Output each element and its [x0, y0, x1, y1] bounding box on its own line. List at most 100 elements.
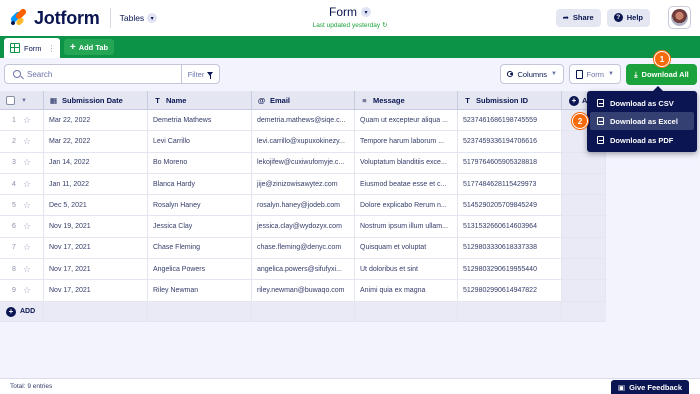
refresh-icon: ↻ [381, 22, 388, 29]
cell-submission-date[interactable]: Nov 17, 2021 [44, 237, 148, 259]
give-feedback-button[interactable]: ▣ Give Feedback [611, 380, 689, 394]
cell-submission-id[interactable]: 5129802990614947822 [458, 280, 562, 301]
chevron-down-icon[interactable]: ▼ [21, 98, 27, 104]
cell-message[interactable]: Quisquam et voluptat [355, 237, 458, 259]
cell-email[interactable]: demetria.mathews@siqe.c... [252, 110, 355, 131]
cell-submission-id[interactable]: 5129803330618337338 [458, 237, 562, 259]
table-row[interactable]: 4 ☆ Jan 11, 2022 Blanca Hardy jije@zinizo… [0, 173, 606, 196]
add-row-bar: + ADD [0, 302, 606, 322]
cell-submission-date[interactable]: Mar 22, 2022 [44, 110, 148, 131]
download-all-button[interactable]: ⤓ Download All [626, 64, 697, 85]
cell-email[interactable]: levi.carrillo@xupuxokinezy... [252, 131, 355, 152]
star-icon[interactable]: ☆ [23, 264, 31, 275]
column-header-submission-id[interactable]: T Submission ID [458, 91, 562, 110]
cell-submission-id[interactable]: 5179764605905328818 [458, 152, 562, 173]
cell-name[interactable]: Angelica Powers [148, 259, 252, 280]
star-icon[interactable]: ☆ [23, 285, 31, 296]
table-row[interactable]: 1 ☆ Mar 22, 2022 Demetria Mathews demetri… [0, 110, 606, 132]
share-button[interactable]: ➦ Share [555, 8, 601, 27]
cell-name[interactable]: Chase Fleming [148, 237, 252, 259]
star-icon[interactable]: ☆ [23, 221, 31, 232]
form-title-menu[interactable]: Form ▾ [329, 5, 371, 19]
tab-options-icon[interactable]: ⋮ [48, 44, 56, 53]
cell-submission-date[interactable]: Dec 5, 2021 [44, 195, 148, 216]
cell-submission-id[interactable]: 5177484628115429973 [458, 173, 562, 195]
table-row[interactable]: 5 ☆ Dec 5, 2021 Rosalyn Haney rosalyn.han… [0, 195, 606, 217]
help-button[interactable]: ? Help [606, 8, 650, 27]
cell-submission-date[interactable]: Nov 19, 2021 [44, 216, 148, 237]
cell-name[interactable]: Riley Newman [148, 280, 252, 301]
cell-email[interactable]: chase.fleming@denyc.com [252, 237, 355, 259]
cell-message[interactable]: Quam ut excepteur aliqua ... [355, 110, 458, 131]
csv-file-icon [597, 99, 604, 107]
download-csv-option[interactable]: Download as CSV [590, 94, 694, 112]
cell-submission-id[interactable]: 5237459336194706616 [458, 131, 562, 152]
cell-submission-id[interactable]: 5145290205709845249 [458, 195, 562, 216]
cell-email[interactable]: rosalyn.haney@jodeb.com [252, 195, 355, 216]
cell-message[interactable]: Eiusmod beatae esse et c... [355, 173, 458, 195]
download-pdf-option[interactable]: Download as PDF [590, 131, 694, 149]
download-excel-option[interactable]: Download as Excel [590, 112, 694, 130]
table-row[interactable]: 7 ☆ Nov 17, 2021 Chase Fleming chase.flem… [0, 237, 606, 260]
cell-submission-id[interactable]: 5129803290619955440 [458, 259, 562, 280]
search-icon [13, 70, 21, 78]
cell-message[interactable]: Nostrum ipsum illum ullam... [355, 216, 458, 237]
cell-email[interactable]: jessica.clay@wydozyx.com [252, 216, 355, 237]
add-tab-button[interactable]: + Add Tab [64, 39, 114, 55]
table-row[interactable]: 8 ☆ Nov 17, 2021 Angelica Powers angelica… [0, 259, 606, 281]
column-header-label: Submission ID [476, 96, 529, 105]
tables-menu[interactable]: Tables ▾ [120, 13, 158, 23]
add-row-button[interactable]: + ADD [0, 302, 44, 321]
cell-submission-id[interactable]: 5237461686198745559 [458, 110, 562, 131]
cell-submission-date[interactable]: Jan 14, 2022 [44, 152, 148, 173]
filter-label: Filter [187, 69, 205, 79]
column-header-name[interactable]: T Name [148, 91, 252, 110]
tab-bar: Form ⋮ + Add Tab [0, 36, 700, 58]
star-icon[interactable]: ☆ [23, 157, 31, 168]
cell-message[interactable]: Animi quia ex magna [355, 280, 458, 301]
cell-submission-date[interactable]: Nov 17, 2021 [44, 259, 148, 280]
star-icon[interactable]: ☆ [23, 179, 31, 190]
user-avatar[interactable] [668, 6, 691, 29]
star-icon[interactable]: ☆ [23, 136, 31, 147]
star-icon[interactable]: ☆ [23, 115, 31, 126]
column-header-message[interactable]: ≡ Message [355, 91, 458, 110]
tab-form[interactable]: Form ⋮ [4, 38, 60, 58]
cell-email[interactable]: angelica.powers@sifufyxi... [252, 259, 355, 280]
cell-name[interactable]: Levi Carrillo [148, 131, 252, 152]
cell-message[interactable]: Tempore harum laborum ... [355, 131, 458, 152]
cell-submission-id[interactable]: 5131532660614603964 [458, 216, 562, 237]
filter-button[interactable]: Filter [181, 65, 219, 83]
table-row[interactable]: 6 ☆ Nov 19, 2021 Jessica Clay jessica.cla… [0, 216, 606, 238]
cell-submission-date[interactable]: Nov 17, 2021 [44, 280, 148, 301]
cell-name[interactable]: Bo Moreno [148, 152, 252, 173]
table-row[interactable]: 3 ☆ Jan 14, 2022 Bo Moreno lekojifew@cuxi… [0, 152, 606, 174]
cell-submission-date[interactable]: Mar 22, 2022 [44, 131, 148, 152]
cell-name[interactable]: Demetria Mathews [148, 110, 252, 131]
cell-email[interactable]: riley.newman@buwaqo.com [252, 280, 355, 301]
columns-label: Columns [517, 69, 548, 79]
divider [109, 8, 111, 28]
row-number: 2 [12, 137, 16, 145]
cell-message[interactable]: Dolore explicabo Rerum n... [355, 195, 458, 216]
jotform-logo[interactable]: Jotform [9, 0, 100, 36]
star-icon[interactable]: ☆ [23, 200, 31, 211]
star-icon[interactable]: ☆ [23, 242, 31, 253]
form-view-button[interactable]: Form ▼ [569, 64, 621, 84]
cell-submission-date[interactable]: Jan 11, 2022 [44, 173, 148, 195]
cell-email[interactable]: lekojifew@cuxiwufomyje.c... [252, 152, 355, 173]
column-header-submission-date[interactable]: ▦ Submission Date [44, 91, 148, 110]
cell-message[interactable]: Ut doloribus et sint [355, 259, 458, 280]
cell-name[interactable]: Rosalyn Haney [148, 195, 252, 216]
select-all-checkbox[interactable] [6, 96, 15, 105]
columns-button[interactable]: Columns ▼ [500, 64, 564, 84]
cell-name[interactable]: Jessica Clay [148, 216, 252, 237]
cell-message[interactable]: Voluptatum blanditiis exce... [355, 152, 458, 173]
row-number: 9 [12, 287, 16, 295]
cell-email[interactable]: jije@zinizowisawytez.com [252, 173, 355, 195]
cell-name[interactable]: Blanca Hardy [148, 173, 252, 195]
table-row[interactable]: 9 ☆ Nov 17, 2021 Riley Newman riley.newma… [0, 280, 606, 302]
search-input[interactable] [27, 69, 177, 79]
column-header-email[interactable]: @ Email [252, 91, 355, 110]
table-row[interactable]: 2 ☆ Mar 22, 2022 Levi Carrillo levi.carri… [0, 131, 606, 153]
